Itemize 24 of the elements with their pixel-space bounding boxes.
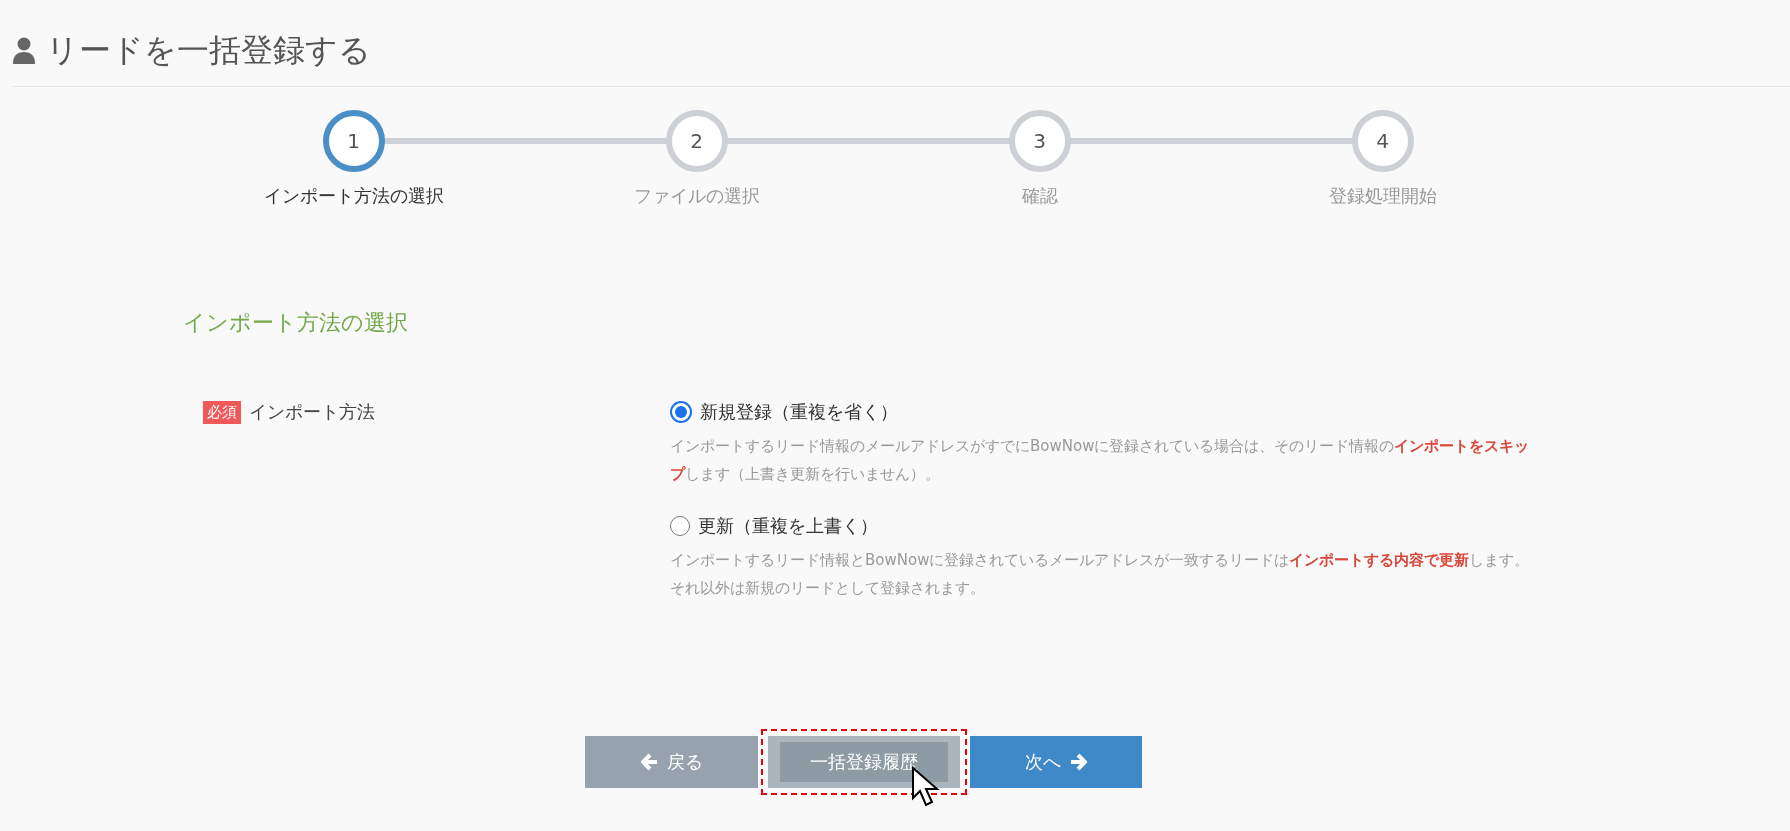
history-button[interactable]: 一括登録履歴 [768,736,960,788]
step-circle: 4 [1351,110,1414,172]
option-label[interactable]: 新規登録（重複を省く） [700,400,898,424]
field-label: インポート方法 [249,400,375,424]
step-label: インポート方法の選択 [263,184,444,208]
step-circle: 3 [1008,110,1071,172]
option-label[interactable]: 更新（重複を上書く） [698,514,878,538]
required-badge: 必須 [203,400,241,424]
step-circle: 2 [665,110,728,172]
left-arrow-icon [640,753,659,771]
person-icon [12,37,36,65]
step-label: 確認 [1021,184,1058,208]
option-description: インポートするリード情報とBowNowに登録されているメールアドレスが一致するリードはインポートする内容で更新します。それ以外は新規のリードとして登録されます。 [670,550,1531,599]
step-label: ファイルの選択 [633,184,760,208]
next-button[interactable]: 次へ [970,736,1142,788]
section-heading: インポート方法の選択 [183,309,409,337]
option-description: インポートするリード情報のメールアドレスがすでにBowNowに登録されている場合は、そのリード情報のインポートをスキップします（上書き更新を行いません）。 [670,436,1531,485]
page-title: リードを一括登録する [46,30,371,71]
step-label: 登録処理開始 [1328,184,1437,208]
radio-button[interactable] [670,516,690,536]
radio-button[interactable] [670,401,692,423]
back-button[interactable]: 戻る [585,736,758,788]
step-circle: 1 [322,110,385,172]
right-arrow-icon [1069,753,1087,771]
